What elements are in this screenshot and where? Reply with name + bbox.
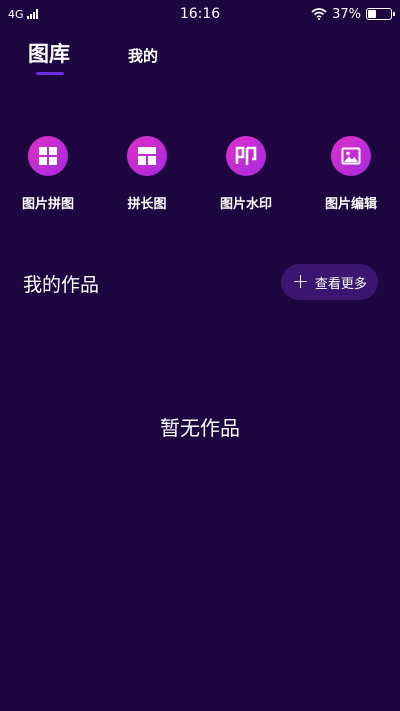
top-tabs: 图库 我的 <box>28 38 158 75</box>
battery-percent: 37% <box>332 6 361 22</box>
tool-watermark[interactable]: 图片水印 <box>206 136 286 212</box>
tool-image-edit[interactable]: 图片编辑 <box>311 136 391 212</box>
tab-mine-label: 我的 <box>128 47 159 65</box>
network-indicator: 4G <box>8 8 38 21</box>
view-more-label: 查看更多 <box>314 276 367 292</box>
plus-icon: + <box>292 269 309 293</box>
tool-long-image-label: 拼长图 <box>127 197 167 212</box>
tab-gallery[interactable]: 图库 <box>28 38 128 75</box>
tool-collage-label: 图片拼图 <box>21 197 74 212</box>
tab-mine[interactable]: 我的 <box>128 45 158 68</box>
tool-collage[interactable]: 图片拼图 <box>8 136 88 212</box>
signal-icon <box>26 9 38 19</box>
view-more-button[interactable]: + 查看更多 <box>281 264 378 300</box>
tool-watermark-label: 图片水印 <box>219 197 272 212</box>
network-type: 4G <box>8 7 24 21</box>
active-tab-indicator <box>36 72 64 75</box>
tab-gallery-label: 图库 <box>28 42 70 66</box>
image-edit-icon <box>331 136 371 176</box>
status-right: 37% <box>311 6 395 22</box>
tool-long-image[interactable]: 拼长图 <box>107 136 187 212</box>
works-section-title: 我的作品 <box>23 274 100 296</box>
wifi-icon <box>311 8 327 20</box>
watermark-icon <box>226 136 266 176</box>
collage-icon <box>28 136 68 176</box>
battery-icon <box>366 8 395 20</box>
tool-image-edit-label: 图片编辑 <box>324 197 377 212</box>
long-image-icon <box>127 136 167 176</box>
empty-works-message: 暂无作品 <box>160 416 240 440</box>
tool-grid: 图片拼图 拼长图 图片水印 图片编辑 <box>0 136 400 216</box>
app-screen: 4G 16:16 37% 图库 我的 图片拼图 拼长图 图片水印 图片编辑 我的… <box>0 0 400 711</box>
battery-fill <box>368 10 377 18</box>
status-bar: 4G 16:16 37% <box>0 0 400 28</box>
